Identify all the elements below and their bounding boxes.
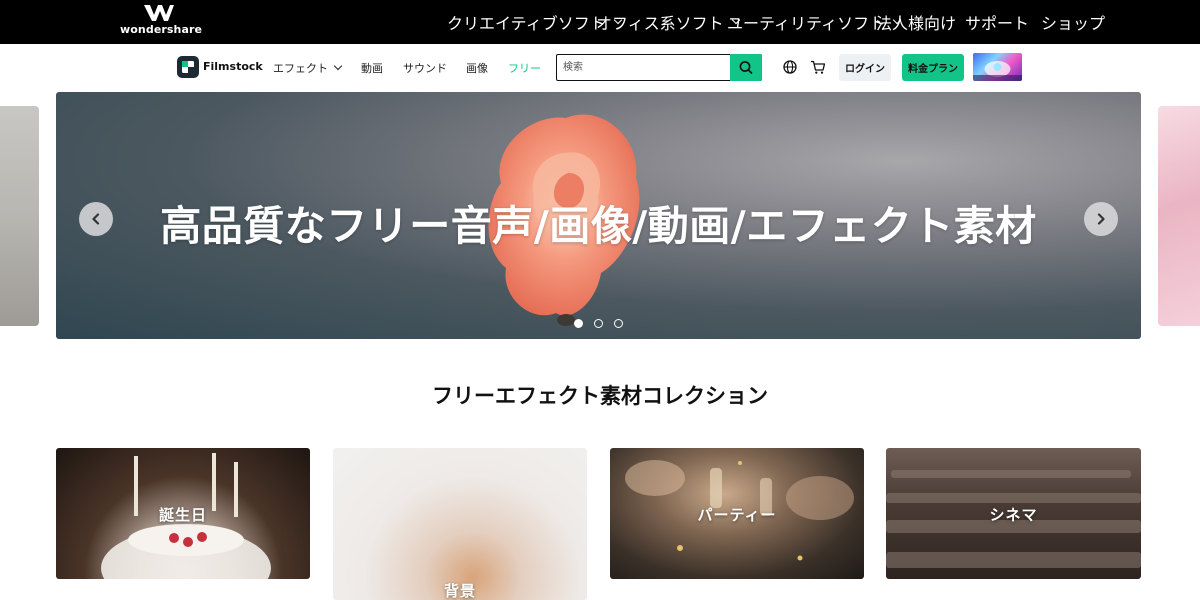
carousel-prev-button[interactable] [79,202,113,236]
carousel-pagination [574,319,623,328]
search-input[interactable] [563,58,729,76]
subnav-label: フリー [508,62,541,75]
search-bar [556,53,762,81]
topnav-label: クリエイティブソフト [447,14,606,33]
chevron-down-icon [333,61,343,71]
topnav-creative-software[interactable]: クリエイティブソフト [447,12,622,33]
cart-icon[interactable] [809,58,827,76]
filmstock-logo-icon[interactable] [177,56,199,78]
category-card-background[interactable]: 背景 [333,448,587,600]
search-button[interactable] [730,53,762,81]
carousel-next-button[interactable] [1084,202,1118,236]
carousel-next-slide-peek [1158,106,1200,326]
carousel-prev-slide-peek [0,106,39,326]
card-label: パーティー [697,506,777,524]
hero-banner[interactable]: 高品質なフリー音声/画像/動画/エフェクト素材 [56,92,1141,339]
subnav-label: サウンド [403,62,447,75]
topnav-label: ユーティリティソフト [727,14,886,33]
topnav-office-software[interactable]: オフィス系ソフト [596,12,740,33]
wondershare-logo[interactable]: wondershare [120,4,203,38]
filmstock-nav: Filmstock エフェクト 動画 サウンド 画像 フリー 検索 ログイン 料… [0,44,1200,92]
user-avatar[interactable] [973,53,1022,81]
category-card-birthday[interactable]: 誕生日 [56,448,310,579]
topnav-business[interactable]: 法人様向け [876,12,957,33]
chevron-right-icon [1097,213,1105,225]
subnav-label: 画像 [466,62,488,75]
search-icon [739,60,753,74]
avatar-image [973,61,1022,81]
topnav-label: オフィス系ソフト [596,14,724,33]
subnav-video[interactable]: 動画 [361,60,383,76]
card-label: 誕生日 [158,506,207,524]
section-title: フリーエフェクト素材コレクション [432,384,768,408]
card-label: シネマ [989,506,1038,524]
topnav-shop[interactable]: ショップ [1041,12,1106,33]
carousel-dot[interactable] [614,319,623,328]
filmstock-brand-text[interactable]: Filmstock [203,60,263,73]
chevron-left-icon [92,213,100,225]
category-card-party[interactable]: パーティー [610,448,864,579]
subnav-label: 動画 [361,62,383,75]
topnav-label: 法人様向け [876,14,957,33]
category-card-cinema[interactable]: シネマ [886,448,1141,579]
subnav-sound[interactable]: サウンド [403,60,447,76]
subnav-effects[interactable]: エフェクト [273,60,343,76]
wondershare-brand-text: wondershare [120,23,203,36]
subnav-image[interactable]: 画像 [466,60,488,76]
filmstock-logo-mark [182,61,194,73]
card-label: 背景 [443,582,476,600]
pricing-button[interactable]: 料金プラン [902,54,964,81]
topnav-label: ショップ [1041,14,1106,33]
subnav-free[interactable]: フリー [508,60,541,76]
subnav-label: エフェクト [273,62,328,75]
login-button[interactable]: ログイン [839,54,891,81]
topnav-utility-software[interactable]: ユーティリティソフト [727,12,902,33]
hero-title: 高品質なフリー音声/画像/動画/エフェクト素材 [160,202,1037,250]
wondershare-logo-icon [144,5,174,21]
topnav-support[interactable]: サポート [965,12,1030,33]
carousel-dot[interactable] [574,319,583,328]
topnav-label: サポート [965,14,1030,33]
carousel-dot[interactable] [594,319,603,328]
top-bar: wondershare クリエイティブソフト オフィス系ソフト ユーティリティソ… [0,0,1200,44]
language-globe-icon[interactable] [781,58,799,76]
